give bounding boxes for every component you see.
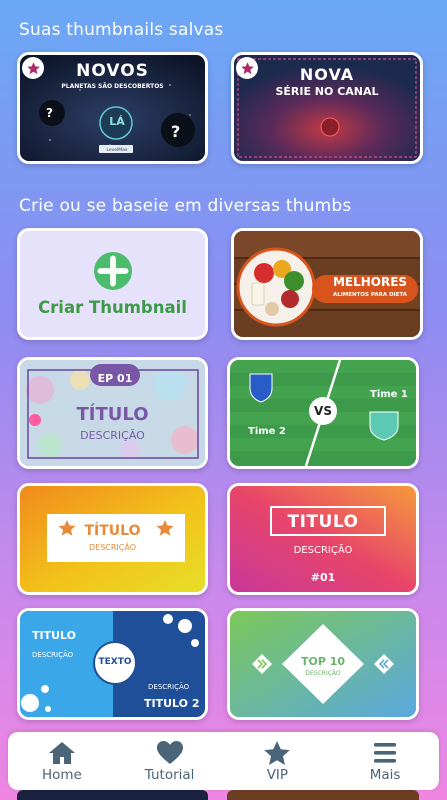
question-mark-left: ? (46, 106, 53, 120)
template-split-title: TITULO (32, 629, 76, 642)
nav-home-label: Home (41, 766, 82, 783)
question-mark-right: ? (171, 122, 181, 141)
nav-home[interactable]: Home (12, 740, 112, 783)
template-split-title2: TITULO 2 (144, 697, 200, 710)
saved-section-title: Suas thumbnails salvas (19, 20, 224, 40)
template-numbered-number: #01 (310, 571, 336, 584)
saved-2-headline: NOVA (299, 65, 355, 84)
template-card-versus[interactable]: VS Time 2 Time 1 (227, 357, 419, 469)
nav-more[interactable]: Mais (335, 740, 435, 783)
template-numbered-title: TITULO (287, 512, 359, 532)
star-icon (264, 740, 291, 765)
template-episode-badge: EP 01 (97, 372, 133, 385)
template-stars-title: TÍTULO (84, 523, 141, 539)
template-card-stars[interactable]: TÍTULO DESCRIÇÃO (17, 483, 208, 595)
template-top10-subtitle: DESCRIÇÃO (305, 670, 341, 677)
saved-1-subline: PLANETAS SÃO DESCOBERTOS (61, 83, 164, 90)
nav-more-label: Mais (369, 766, 401, 783)
template-versus-vs: VS (314, 404, 332, 418)
template-card-melhores[interactable]: MELHORES ALIMENTOS PARA DIETA (231, 228, 423, 340)
template-split-center: TEXTO (98, 657, 132, 667)
next-card-peek-left (17, 790, 208, 800)
create-thumbnail-button[interactable]: Criar Thumbnail (17, 228, 208, 340)
star-icon (22, 57, 44, 79)
plus-icon (93, 251, 132, 290)
nav-vip-label: VIP (266, 766, 289, 783)
nav-vip[interactable]: VIP (227, 740, 327, 783)
nav-tutorial[interactable]: Tutorial (120, 740, 220, 783)
template-split-desc-right: DESCRIÇÃO (148, 683, 190, 691)
template-episode-title: TÍTULO (76, 404, 149, 425)
saved-thumbnail-1[interactable]: NOVOS PLANETAS SÃO DESCOBERTOS ? ? LÁ Le… (17, 52, 208, 164)
template-top10-title: TOP 10 (300, 655, 346, 668)
saved-thumbnail-2[interactable]: NOVA SÉRIE NO CANAL (231, 52, 423, 164)
templates-section-title: Crie ou se baseie em diversas thumbs (19, 196, 352, 216)
heart-icon (156, 740, 183, 764)
saved-1-logo: LÁ (109, 115, 125, 128)
star-icon (236, 57, 258, 79)
template-versus-team-left: Time 2 (248, 426, 286, 437)
template-stars-subtitle: DESCRIÇÃO (88, 543, 136, 552)
template-melhores-title: MELHORES (332, 275, 408, 289)
home-icon (48, 741, 75, 764)
saved-1-logo-caption: LevelMax (106, 148, 128, 153)
template-card-split[interactable]: TITULO DESCRIÇÃO TEXTO DESCRIÇÃO TITULO … (17, 608, 208, 720)
saved-1-headline: NOVOS (76, 61, 149, 81)
template-card-episode[interactable]: EP 01 TÍTULO DESCRIÇÃO (17, 357, 208, 469)
template-versus-team-right: Time 1 (370, 389, 408, 400)
saved-2-subline: SÉRIE NO CANAL (275, 85, 379, 98)
nav-tutorial-label: Tutorial (144, 766, 195, 783)
next-card-peek-right (227, 790, 419, 800)
template-split-desc-left: DESCRIÇÃO (32, 651, 74, 659)
template-card-numbered[interactable]: TITULO DESCRIÇÃO #01 (227, 483, 419, 595)
template-melhores-subtitle: ALIMENTOS PARA DIETA (332, 292, 408, 298)
template-numbered-subtitle: DESCRIÇÃO (293, 545, 353, 556)
template-card-top10[interactable]: TOP 10 DESCRIÇÃO (227, 608, 419, 720)
create-thumbnail-label: Criar Thumbnail (38, 297, 187, 317)
bottom-navigation: Home Tutorial VIP Mais (8, 732, 439, 790)
menu-icon (374, 742, 397, 763)
template-episode-subtitle: DESCRIÇÃO (80, 429, 145, 442)
